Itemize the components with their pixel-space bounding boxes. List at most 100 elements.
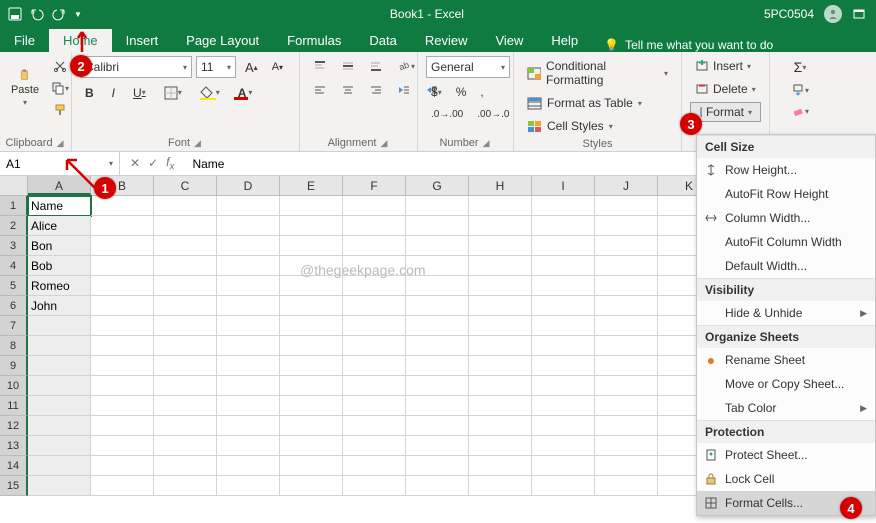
tab-data[interactable]: Data — [355, 29, 410, 52]
column-header[interactable]: G — [406, 176, 469, 195]
increase-font-icon[interactable]: A▴ — [240, 57, 263, 78]
menu-item-rename-sheet[interactable]: ●Rename Sheet — [697, 348, 875, 372]
cell[interactable] — [154, 416, 217, 436]
tab-help[interactable]: Help — [537, 29, 592, 52]
cell[interactable]: Bob — [28, 256, 91, 276]
cell[interactable] — [595, 236, 658, 256]
cell[interactable] — [154, 236, 217, 256]
increase-decimal-icon[interactable]: .0→.00 — [426, 106, 468, 123]
row-header[interactable]: 3 — [0, 236, 28, 256]
cell[interactable] — [280, 256, 343, 276]
row-header[interactable]: 9 — [0, 356, 28, 376]
cell[interactable] — [469, 196, 532, 216]
cell[interactable] — [91, 356, 154, 376]
number-format-combo[interactable]: General▾ — [426, 56, 510, 78]
cell[interactable] — [91, 456, 154, 476]
cell[interactable] — [280, 196, 343, 216]
cell[interactable] — [217, 196, 280, 216]
cell[interactable] — [406, 256, 469, 276]
cell[interactable] — [217, 276, 280, 296]
cell[interactable] — [154, 216, 217, 236]
cell[interactable] — [28, 316, 91, 336]
format-painter-button[interactable] — [46, 100, 74, 120]
cell[interactable] — [91, 416, 154, 436]
cell[interactable] — [406, 436, 469, 456]
cell[interactable] — [406, 316, 469, 336]
cell[interactable] — [91, 236, 154, 256]
delete-cells-button[interactable]: Delete▾ — [690, 79, 761, 99]
column-header[interactable]: H — [469, 176, 532, 195]
accounting-format-button[interactable]: $▾ — [426, 82, 447, 102]
cell[interactable] — [532, 416, 595, 436]
cell[interactable] — [280, 336, 343, 356]
cell[interactable] — [343, 376, 406, 396]
cell[interactable] — [217, 396, 280, 416]
font-color-button[interactable]: A▾ — [233, 82, 258, 103]
cell[interactable] — [406, 216, 469, 236]
row-header[interactable]: 10 — [0, 376, 28, 396]
cell[interactable] — [280, 396, 343, 416]
cell[interactable] — [28, 436, 91, 456]
cell[interactable] — [217, 456, 280, 476]
column-header[interactable]: I — [532, 176, 595, 195]
cell[interactable] — [280, 376, 343, 396]
cell[interactable] — [469, 236, 532, 256]
clipboard-dialog-launcher[interactable]: ◢ — [55, 138, 66, 149]
tab-formulas[interactable]: Formulas — [273, 29, 355, 52]
cell[interactable] — [91, 276, 154, 296]
tab-view[interactable]: View — [481, 29, 537, 52]
cell[interactable] — [343, 296, 406, 316]
tell-me-search[interactable]: 💡Tell me what you want to do — [604, 38, 773, 52]
row-header[interactable]: 15 — [0, 476, 28, 496]
cell[interactable] — [532, 356, 595, 376]
menu-item-column-width[interactable]: Column Width... — [697, 206, 875, 230]
cell[interactable] — [343, 436, 406, 456]
cell[interactable] — [532, 476, 595, 496]
paste-button[interactable]: Paste ▾ — [8, 66, 42, 110]
cell[interactable] — [532, 436, 595, 456]
cell[interactable] — [469, 336, 532, 356]
cell[interactable] — [595, 456, 658, 476]
tab-file[interactable]: File — [0, 29, 49, 52]
cell[interactable] — [280, 236, 343, 256]
borders-button[interactable]: ▾ — [159, 83, 187, 103]
align-left-icon[interactable] — [308, 80, 332, 100]
alignment-dialog-launcher[interactable]: ◢ — [379, 138, 390, 149]
redo-icon[interactable] — [52, 7, 66, 21]
cell[interactable] — [532, 396, 595, 416]
fill-color-button[interactable]: ▾ — [195, 83, 225, 103]
autosum-button[interactable]: Σ ▾ — [778, 56, 822, 78]
underline-button[interactable]: U ▾ — [128, 83, 151, 103]
menu-item-autofit-row-height[interactable]: AutoFit Row Height — [697, 182, 875, 206]
font-name-combo[interactable]: Calibri▾ — [80, 56, 192, 78]
cell[interactable] — [595, 476, 658, 496]
undo-icon[interactable] — [30, 7, 44, 21]
menu-item-row-height[interactable]: Row Height... — [697, 158, 875, 182]
cell[interactable] — [532, 236, 595, 256]
align-middle-icon[interactable] — [336, 56, 360, 76]
cell[interactable] — [595, 356, 658, 376]
cell[interactable] — [406, 336, 469, 356]
row-header[interactable]: 6 — [0, 296, 28, 316]
cell-styles-button[interactable]: Cell Styles▾ — [522, 116, 673, 136]
menu-item-lock-cell[interactable]: Lock Cell — [697, 467, 875, 491]
cell[interactable] — [280, 316, 343, 336]
row-header[interactable]: 14 — [0, 456, 28, 476]
font-dialog-launcher[interactable]: ◢ — [192, 138, 203, 149]
cell[interactable] — [532, 256, 595, 276]
font-size-combo[interactable]: 11▾ — [196, 56, 236, 78]
cell[interactable] — [343, 276, 406, 296]
percent-format-button[interactable]: % — [451, 82, 472, 102]
cell[interactable] — [595, 436, 658, 456]
cancel-formula-icon[interactable]: ✕ — [130, 156, 140, 170]
align-top-icon[interactable] — [308, 56, 332, 76]
cell[interactable] — [469, 416, 532, 436]
cell[interactable]: Bon — [28, 236, 91, 256]
cell[interactable] — [469, 316, 532, 336]
cell[interactable] — [406, 376, 469, 396]
column-header[interactable]: J — [595, 176, 658, 195]
cell[interactable] — [595, 336, 658, 356]
cell[interactable] — [343, 416, 406, 436]
orientation-icon[interactable]: ab▾ — [392, 56, 420, 76]
cell[interactable] — [91, 216, 154, 236]
